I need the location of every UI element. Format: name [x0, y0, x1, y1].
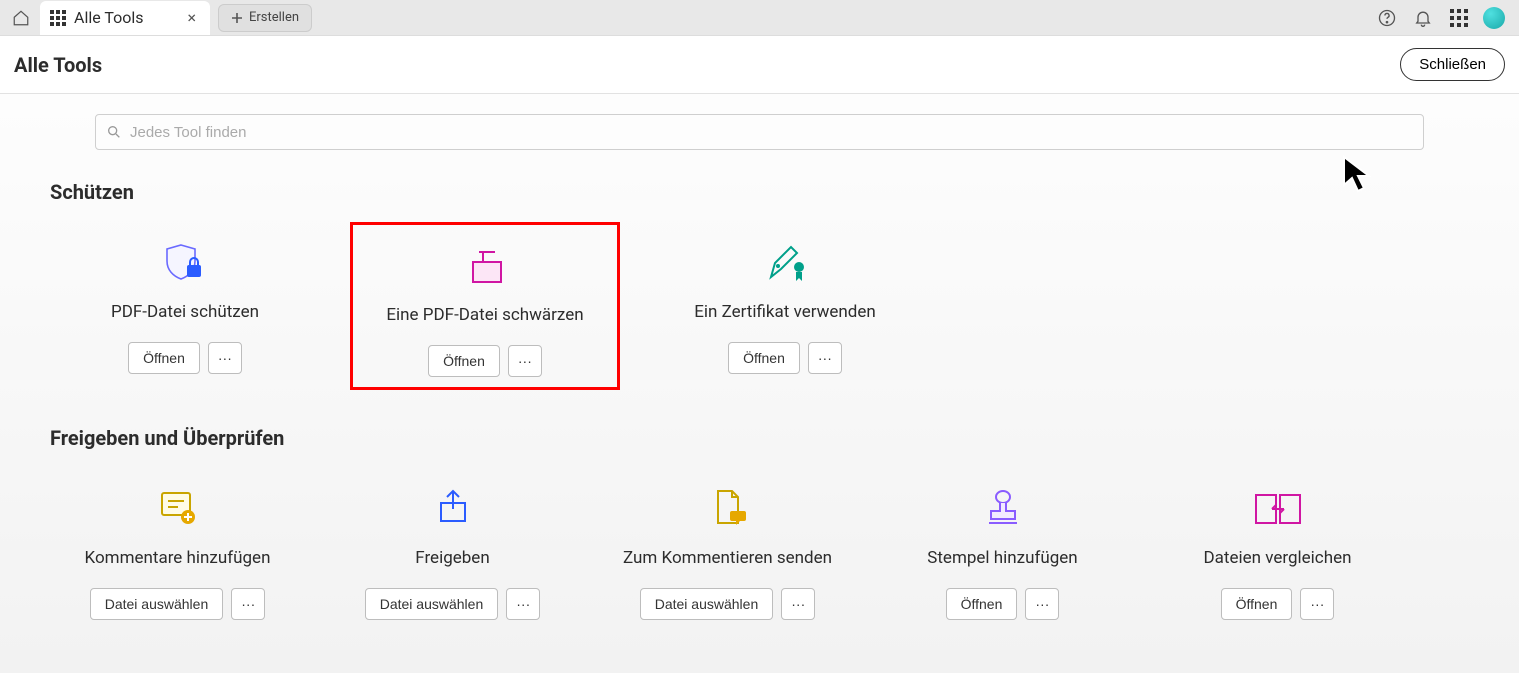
tool-send-for-comments[interactable]: Zum Kommentieren senden Datei auswählen … [600, 468, 855, 630]
apps-icon[interactable] [1447, 6, 1471, 30]
select-file-button[interactable]: Datei auswählen [640, 588, 774, 620]
select-file-button[interactable]: Datei auswählen [90, 588, 224, 620]
stamp-icon [979, 484, 1027, 534]
new-tab-label: Erstellen [249, 10, 299, 25]
close-button[interactable]: Schließen [1400, 48, 1505, 81]
search-input[interactable] [130, 124, 1413, 141]
section-title-protect: Schützen [50, 180, 1469, 204]
apps-grid-icon [50, 10, 66, 26]
page-title: Alle Tools [14, 53, 102, 77]
help-icon[interactable] [1375, 6, 1399, 30]
redact-icon [461, 241, 509, 291]
tool-certificate[interactable]: Ein Zertifikat verwenden Öffnen ··· [650, 222, 920, 390]
section-protect: Schützen PDF-Datei schützen Öffnen ··· [50, 180, 1469, 390]
more-button[interactable]: ··· [1300, 588, 1334, 620]
open-button[interactable]: Öffnen [728, 342, 800, 374]
tool-protect-pdf[interactable]: PDF-Datei schützen Öffnen ··· [50, 222, 320, 390]
app-topbar: Alle Tools × Erstellen [0, 0, 1519, 36]
section-share-review: Freigeben und Überprüfen Kommentare hinz… [50, 426, 1469, 630]
more-button[interactable]: ··· [781, 588, 815, 620]
shield-lock-icon [161, 238, 209, 288]
open-button[interactable]: Öffnen [128, 342, 200, 374]
tab-close-button[interactable]: × [187, 8, 196, 27]
avatar[interactable] [1483, 7, 1505, 29]
share-icon [429, 484, 477, 534]
tool-label: Ein Zertifikat verwenden [694, 302, 876, 322]
tool-add-stamp[interactable]: Stempel hinzufügen Öffnen ··· [875, 468, 1130, 630]
tab-all-tools[interactable]: Alle Tools × [40, 1, 210, 35]
tool-add-comments[interactable]: Kommentare hinzufügen Datei auswählen ··… [50, 468, 305, 630]
tool-compare-files[interactable]: Dateien vergleichen Öffnen ··· [1150, 468, 1405, 630]
more-button[interactable]: ··· [231, 588, 265, 620]
more-button[interactable]: ··· [808, 342, 842, 374]
section-title-share: Freigeben und Überprüfen [50, 426, 1469, 450]
page-header: Alle Tools Schließen [0, 36, 1519, 94]
pen-certificate-icon [761, 238, 809, 288]
tool-label: Kommentare hinzufügen [85, 548, 271, 568]
more-button[interactable]: ··· [208, 342, 242, 374]
tool-label: Freigeben [415, 548, 489, 568]
compare-icon [1252, 484, 1304, 534]
tool-label: Eine PDF-Datei schwärzen [386, 305, 583, 325]
tool-label: Zum Kommentieren senden [623, 548, 832, 568]
new-tab-button[interactable]: Erstellen [218, 4, 312, 32]
home-button[interactable] [6, 3, 36, 33]
file-comment-icon [704, 484, 752, 534]
open-button[interactable]: Öffnen [1221, 588, 1293, 620]
search-box[interactable] [95, 114, 1424, 150]
open-button[interactable]: Öffnen [946, 588, 1018, 620]
tool-label: Stempel hinzufügen [927, 548, 1077, 568]
more-button[interactable]: ··· [1025, 588, 1059, 620]
more-button[interactable]: ··· [506, 588, 540, 620]
tool-label: PDF-Datei schützen [111, 302, 259, 322]
bell-icon[interactable] [1411, 6, 1435, 30]
select-file-button[interactable]: Datei auswählen [365, 588, 499, 620]
tool-label: Dateien vergleichen [1204, 548, 1352, 568]
tool-share[interactable]: Freigeben Datei auswählen ··· [325, 468, 580, 630]
tab-label: Alle Tools [74, 8, 144, 27]
more-button[interactable]: ··· [508, 345, 542, 377]
tool-redact-pdf[interactable]: Eine PDF-Datei schwärzen Öffnen ··· [350, 222, 620, 390]
comment-add-icon [154, 484, 202, 534]
search-icon [106, 124, 122, 140]
open-button[interactable]: Öffnen [428, 345, 500, 377]
